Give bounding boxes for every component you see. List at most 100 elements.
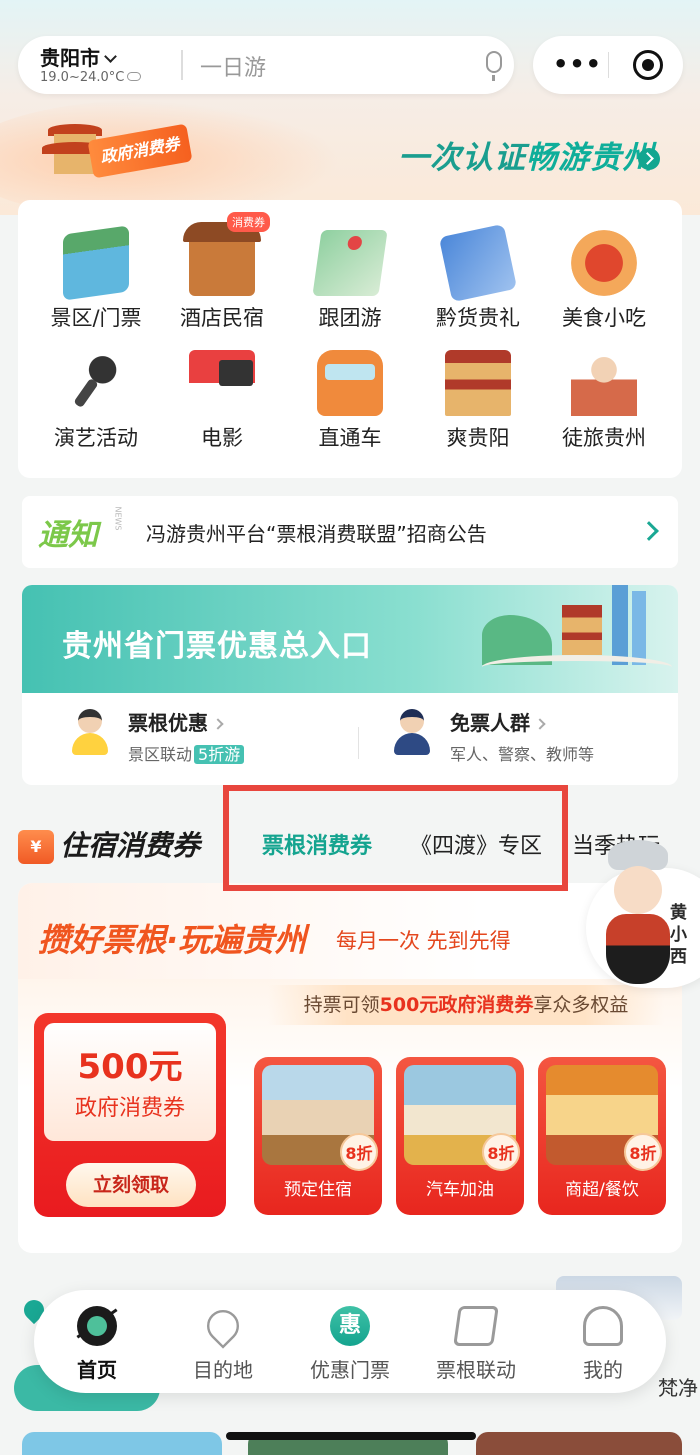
gift-icon xyxy=(438,223,518,303)
benefit-card-lodging[interactable]: 8折 预定住宿 xyxy=(254,1057,382,1215)
mascot-assistant[interactable]: 黄小西 xyxy=(580,840,700,995)
promo-title: 攒好票根·玩遍贵州 xyxy=(38,921,307,959)
tab-label: 优惠门票 xyxy=(310,1358,390,1382)
discount-badge: 8折 xyxy=(340,1133,378,1171)
free-ticket-title: 免票人群 xyxy=(450,707,546,736)
discount-badge: 8折 xyxy=(482,1133,520,1171)
home-indicator xyxy=(226,1432,476,1440)
category-performances[interactable]: 演艺活动 xyxy=(32,350,160,452)
promo-subtitle: 每月一次 先到先得 xyxy=(336,929,511,953)
miniapp-capsule: ••• xyxy=(533,36,683,94)
category-guiyang[interactable]: 爽贵阳 xyxy=(414,350,542,452)
coupon-name: 政府消费券 xyxy=(74,1096,185,1121)
close-miniapp-icon[interactable] xyxy=(633,50,663,80)
tab-destinations[interactable]: 目的地 xyxy=(160,1303,286,1383)
tab-label: 票根联动 xyxy=(436,1358,516,1382)
category-label: 跟团游 xyxy=(318,306,382,330)
category-label: 演艺活动 xyxy=(54,426,138,450)
waterfall-icon xyxy=(63,225,129,301)
category-shuttle-bus[interactable]: 直通车 xyxy=(286,350,414,452)
bus-icon xyxy=(317,350,383,416)
landmark-illustration xyxy=(462,585,678,693)
tab-label: 目的地 xyxy=(193,1358,253,1382)
category-label: 景区/门票 xyxy=(50,306,142,330)
yuan-icon: ¥ xyxy=(18,830,54,864)
category-label: 徒旅贵州 xyxy=(562,426,646,450)
search-input[interactable]: 一日游 xyxy=(200,50,266,82)
tab-label: 首页 xyxy=(77,1358,117,1382)
category-label: 直通车 xyxy=(318,426,382,450)
category-hotels[interactable]: 消费券 酒店民宿 xyxy=(158,212,286,332)
category-movies[interactable]: 电影 xyxy=(158,350,286,452)
city-selector[interactable]: 贵阳市 xyxy=(40,42,117,71)
entry-divider xyxy=(358,727,359,759)
category-group-tours[interactable]: 跟团游 xyxy=(286,230,414,332)
user-icon xyxy=(583,1306,623,1346)
tower-icon xyxy=(445,350,511,416)
mascot-face xyxy=(614,866,662,914)
capsule-divider xyxy=(608,52,609,78)
benefit-label: 商超/餐饮 xyxy=(565,1180,639,1200)
annotation-highlight-box xyxy=(223,785,568,891)
woman-avatar-icon xyxy=(70,707,110,757)
traveler-icon xyxy=(571,350,637,416)
tab-hotel-label: 住宿消费券 xyxy=(60,829,201,862)
chevron-down-icon xyxy=(104,50,117,63)
chevron-right-icon xyxy=(534,718,546,730)
bottom-tab-bar: 首页 目的地 惠 优惠门票 票根联动 我的 xyxy=(34,1290,666,1393)
category-local-gifts[interactable]: 黔货贵礼 xyxy=(414,223,542,332)
ticket-stub-desc: 景区联动 5折游 xyxy=(128,741,245,765)
slogan-part2: 畅游贵州 xyxy=(526,140,654,176)
notice-tag-sub: NEWS xyxy=(113,506,123,531)
slogan-arrow-icon[interactable] xyxy=(638,148,660,170)
notice-text: 冯游贵州平台“票根消费联盟”招商公告 xyxy=(146,522,487,546)
half-price-pill: 5折游 xyxy=(194,745,245,764)
ticket-entry-banner[interactable]: 贵州省门票优惠总入口 xyxy=(22,585,678,693)
map-icon xyxy=(312,230,388,296)
tab-ticket-linkage[interactable]: 票根联动 xyxy=(413,1306,539,1383)
tab-home[interactable]: 首页 xyxy=(34,1306,160,1383)
coupon-amount: 500元 xyxy=(77,1047,183,1087)
mascot-name: 黄小西 xyxy=(670,903,687,967)
notice-bar[interactable]: 通知 NEWS 冯游贵州平台“票根消费联盟”招商公告 xyxy=(22,496,678,568)
tab-profile[interactable]: 我的 xyxy=(540,1306,666,1383)
tab-discount-tickets[interactable]: 惠 优惠门票 xyxy=(287,1306,413,1383)
city-name: 贵阳市 xyxy=(40,46,100,70)
temperature: 19.0~24.0°C xyxy=(40,70,125,85)
category-label: 电影 xyxy=(201,426,243,450)
ticket-entry-title: 贵州省门票优惠总入口 xyxy=(62,629,372,664)
banner-slogan[interactable]: 一次认证畅游贵州 xyxy=(398,132,654,177)
microphone-icon[interactable] xyxy=(486,51,502,81)
benefit-card-fuel[interactable]: 8折 汽车加油 xyxy=(396,1057,524,1215)
discount-icon: 惠 xyxy=(330,1306,370,1346)
hotel-icon: 消费券 xyxy=(183,212,270,296)
mascot-dress xyxy=(606,914,670,984)
movie-icon xyxy=(189,350,255,416)
ticket-entry-card: 贵州省门票优惠总入口 票根优惠 景区联动 5折游 免票人群 军人、警察、教师等 xyxy=(22,585,678,785)
category-label: 爽贵阳 xyxy=(446,426,510,450)
category-food[interactable]: 美食小吃 xyxy=(540,230,668,332)
ticket-icon xyxy=(453,1306,499,1346)
benefit-label: 汽车加油 xyxy=(426,1180,494,1200)
ticket-stub-title: 票根优惠 xyxy=(128,707,224,736)
category-scenic-tickets[interactable]: 景区/门票 xyxy=(32,225,160,332)
claim-now-button[interactable]: 立刻领取 xyxy=(66,1163,196,1207)
search-divider xyxy=(181,50,183,80)
graduate-avatar-icon xyxy=(392,707,432,757)
benefit-card-shopping[interactable]: 8折 商超/餐饮 xyxy=(538,1057,666,1215)
hero-banner: 政府消费券 一次认证畅游贵州 贵阳市 19.0~24.0°C 一日游 ••• xyxy=(0,0,700,215)
category-hiking[interactable]: 徒旅贵州 xyxy=(540,350,668,452)
free-ticket-groups[interactable]: 免票人群 军人、警察、教师等 xyxy=(392,707,672,767)
location-icon xyxy=(200,1303,246,1349)
microphone-icon xyxy=(63,350,129,416)
category-label: 美食小吃 xyxy=(562,306,646,330)
notice-tag: 通知 xyxy=(38,518,98,553)
government-coupon[interactable]: 500元 政府消费券 立刻领取 xyxy=(34,1013,226,1217)
coupon-badge: 消费券 xyxy=(227,212,270,232)
tab-label: 我的 xyxy=(583,1358,623,1382)
more-icon[interactable]: ••• xyxy=(553,52,602,76)
search-bar[interactable]: 贵阳市 19.0~24.0°C 一日游 xyxy=(18,36,514,94)
category-label: 酒店民宿 xyxy=(180,306,264,330)
ticket-stub-discount[interactable]: 票根优惠 景区联动 5折游 xyxy=(70,707,350,767)
weather-info: 19.0~24.0°C xyxy=(40,70,142,85)
